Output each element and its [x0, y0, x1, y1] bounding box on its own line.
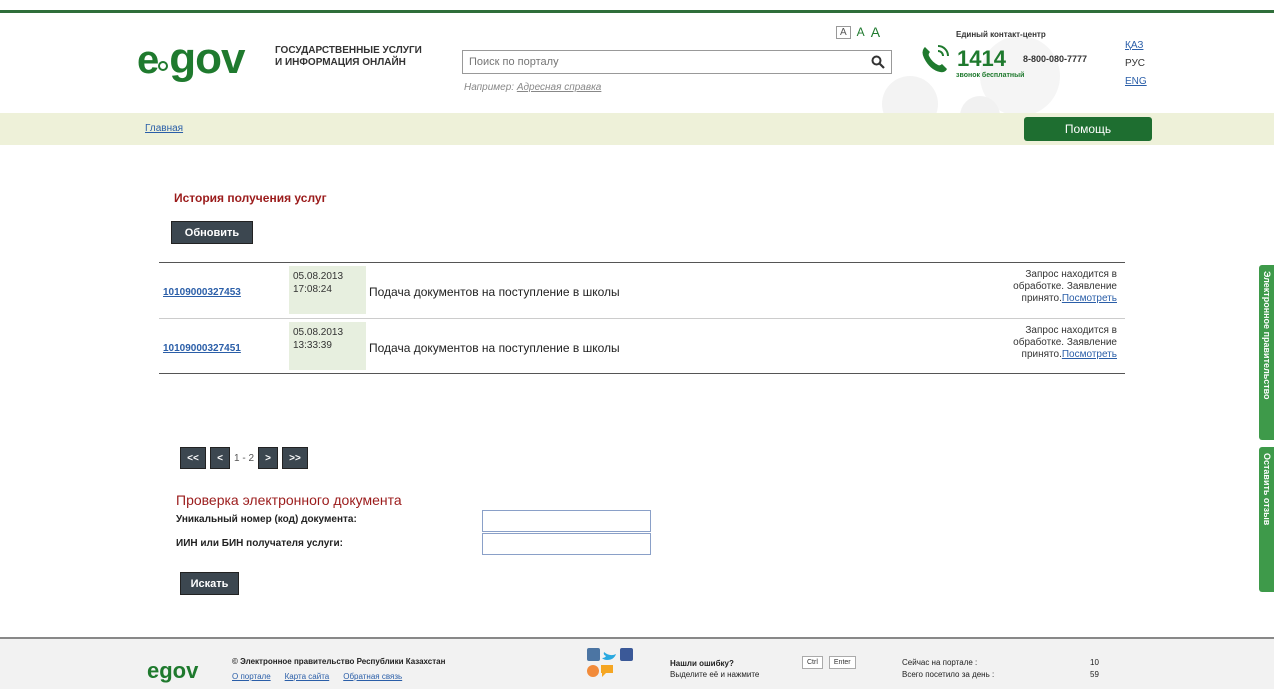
table-row: 10109000327451 05.08.2013 13:33:39 Подач…: [159, 318, 1125, 373]
search-example: Например: Адресная справка: [464, 82, 601, 93]
search-box: [462, 50, 892, 74]
phone-alt: 8-800-080-7777: [1023, 54, 1088, 64]
search-input[interactable]: [463, 51, 863, 73]
egov-logo[interactable]: e gov: [137, 37, 245, 83]
side-tab-feedback-label: Оставить отзыв: [1262, 453, 1272, 526]
request-time: 17:08:24: [293, 284, 332, 295]
request-time: 13:33:39: [293, 340, 332, 351]
iin-input[interactable]: [482, 533, 651, 555]
request-datetime: 05.08.2013 13:33:39: [289, 322, 366, 370]
prev-page-button[interactable]: <: [210, 447, 230, 469]
doc-number-label: Уникальный номер (код) документа:: [176, 514, 357, 525]
request-datetime: 05.08.2013 17:08:24: [289, 266, 366, 314]
request-status: Запрос находится в обработке. Заявление …: [985, 325, 1117, 361]
visitor-stats-labels: Сейчас на портале : Всего посетило за де…: [902, 657, 994, 681]
phone-free-note: звонок бесплатный: [956, 72, 1025, 79]
font-size-small[interactable]: A: [836, 25, 851, 39]
font-size-large[interactable]: A: [871, 24, 880, 40]
search-example-link[interactable]: Адресная справка: [517, 82, 602, 93]
pagination: << < 1 - 2 > >>: [180, 447, 309, 469]
service-name: Подача документов на поступление в школы: [369, 285, 620, 299]
tagline-line-1: Государственные услуги: [275, 45, 422, 56]
help-button[interactable]: Помощь: [1024, 117, 1152, 141]
refresh-button[interactable]: Обновить: [171, 221, 253, 244]
view-link[interactable]: Посмотреть: [1062, 293, 1117, 304]
found-error-hint: Выделите её и нажмите: [670, 670, 760, 679]
footer-links: О портале Карта сайта Обратная связь: [232, 672, 402, 681]
navigation-bar: Главная Помощь: [0, 113, 1274, 145]
stat-today-value: 59: [1090, 670, 1099, 679]
vk-icon: [587, 648, 600, 661]
language-switcher: ҚАЗ РУС ENG: [1125, 40, 1147, 87]
tagline-line-2: и информация онлайн: [275, 57, 406, 68]
chat-icon: [601, 665, 613, 677]
font-size-switcher: A A A: [836, 24, 880, 40]
social-icons: [587, 648, 633, 677]
lang-rus[interactable]: РУС: [1125, 58, 1147, 69]
search-example-prefix: Например:: [464, 82, 515, 93]
contact-center-label: Единый контакт-центр: [956, 30, 1046, 39]
phone-icon: [922, 45, 949, 73]
side-tab-feedback[interactable]: Оставить отзыв: [1259, 447, 1274, 592]
request-id-link[interactable]: 10109000327451: [163, 343, 241, 354]
page-root: e gov Государственные услуги и информация…: [0, 0, 1274, 689]
verify-search-button[interactable]: Искать: [180, 572, 239, 595]
footer-copyright: © Электронное правительство Республики К…: [232, 657, 446, 666]
hotkey-hint: Ctrl Enter: [802, 656, 856, 669]
twitter-icon: [602, 652, 616, 660]
request-date: 05.08.2013: [293, 327, 344, 338]
last-page-button[interactable]: >>: [282, 447, 309, 469]
site-footer: egov © Электронное правительство Республ…: [0, 639, 1274, 689]
first-page-button[interactable]: <<: [180, 447, 206, 469]
visitor-stats-values: 10 59: [1090, 657, 1099, 681]
footer-logo[interactable]: egov: [147, 658, 198, 684]
request-id-link[interactable]: 10109000327453: [163, 287, 241, 298]
logo-dot-icon: [158, 61, 169, 71]
footer-link-about[interactable]: О портале: [232, 672, 271, 681]
request-date: 05.08.2013: [293, 271, 344, 282]
page-numbers[interactable]: 1 - 2: [234, 453, 254, 464]
side-tab-egov-label: Электронное правительство: [1262, 271, 1272, 400]
lang-eng[interactable]: ENG: [1125, 76, 1147, 87]
phone-main: 1414: [957, 46, 1006, 71]
breadcrumb-home[interactable]: Главная: [145, 123, 183, 134]
found-error-title: Нашли ошибку?: [670, 659, 734, 668]
stat-online-value: 10: [1090, 658, 1099, 667]
page-title: История получения услуг: [174, 191, 327, 205]
search-icon[interactable]: [871, 55, 885, 69]
key-ctrl: Ctrl: [802, 656, 823, 669]
request-status: Запрос находится в обработке. Заявление …: [985, 269, 1117, 305]
view-link[interactable]: Посмотреть: [1062, 349, 1117, 360]
service-name: Подача документов на поступление в школы: [369, 341, 620, 355]
footer-link-feedback[interactable]: Обратная связь: [343, 672, 402, 681]
doc-number-input[interactable]: [482, 510, 651, 532]
service-history-table: 10109000327453 05.08.2013 17:08:24 Подач…: [159, 262, 1125, 374]
stat-online-label: Сейчас на портале :: [902, 658, 978, 667]
table-row: 10109000327453 05.08.2013 17:08:24 Подач…: [159, 263, 1125, 318]
stat-today-label: Всего посетило за день :: [902, 670, 995, 679]
footer-link-sitemap[interactable]: Карта сайта: [285, 672, 330, 681]
site-tagline: Государственные услуги и информация онла…: [275, 45, 445, 69]
facebook-icon: [620, 648, 633, 661]
verify-document-title: Проверка электронного документа: [176, 492, 402, 508]
key-enter: Enter: [828, 656, 856, 669]
lang-kaz[interactable]: ҚАЗ: [1125, 40, 1147, 51]
mail-icon: [587, 665, 599, 677]
side-tab-egov[interactable]: Электронное правительство: [1259, 265, 1274, 440]
next-page-button[interactable]: >: [258, 447, 279, 469]
font-size-medium[interactable]: A: [857, 25, 865, 39]
iin-label: ИИН или БИН получателя услуги:: [176, 538, 343, 549]
